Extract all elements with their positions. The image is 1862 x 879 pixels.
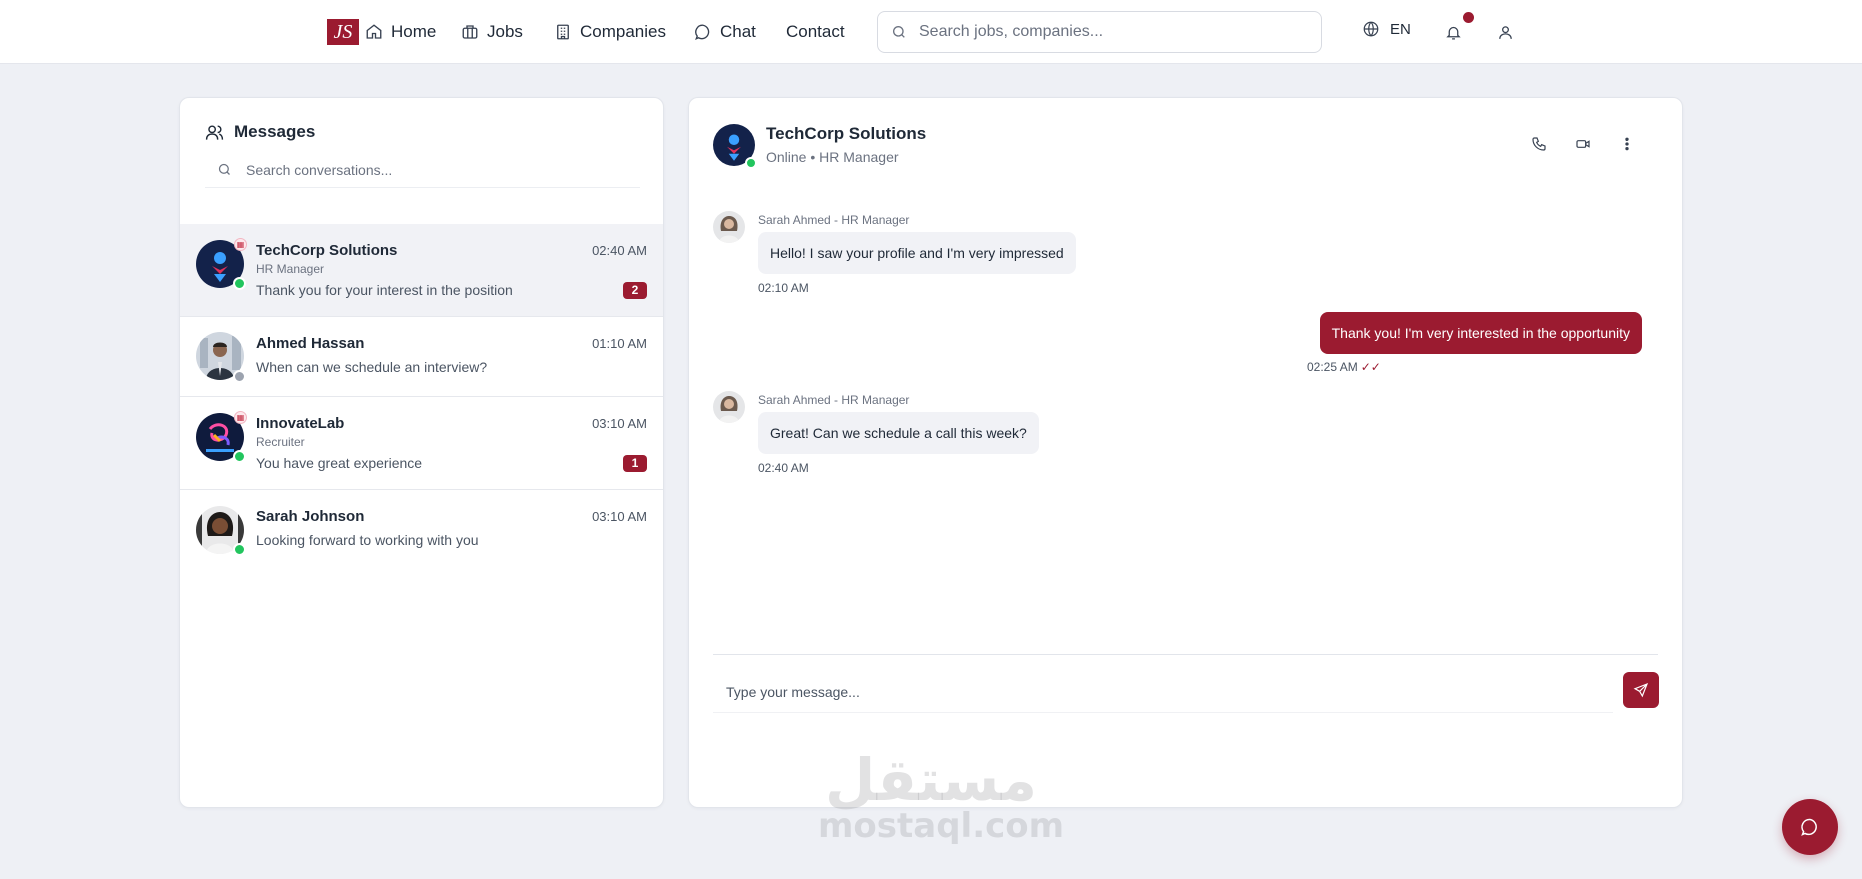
global-search-input[interactable] (919, 23, 1299, 41)
nav-home[interactable]: Home (365, 19, 436, 45)
message-sender: Sarah Ahmed - HR Manager (758, 213, 910, 227)
conversation-name: Ahmed Hassan (256, 335, 365, 352)
send-icon (1633, 682, 1649, 698)
conversation-item[interactable]: Ahmed Hassan 01:10 AM When can we schedu… (180, 317, 663, 397)
company-badge-icon: ▦ (234, 238, 247, 251)
call-button[interactable] (1525, 130, 1553, 158)
message-time: 02:40 AM (758, 461, 809, 475)
conversation-time: 01:10 AM (592, 336, 647, 351)
nav-chat-label: Chat (720, 22, 756, 41)
send-button[interactable] (1623, 672, 1659, 708)
nav-chat[interactable]: Chat (694, 19, 756, 45)
watermark: مستقل mostaql.com (818, 746, 1065, 846)
messages-title: Messages (234, 122, 316, 141)
message-sender: Sarah Ahmed - HR Manager (758, 393, 910, 407)
message-time: 02:10 AM (758, 281, 809, 295)
nav-contact-label: Contact (786, 22, 845, 41)
search-icon (218, 163, 230, 175)
sender-avatar (713, 211, 745, 243)
outgoing-message: Thank you! I'm very interested in the op… (1319, 312, 1642, 354)
language-label: EN (1390, 20, 1411, 38)
offline-status-indicator (233, 370, 246, 383)
sender-avatar (713, 391, 745, 423)
building-icon (557, 24, 569, 40)
notifications-button[interactable] (1439, 18, 1467, 46)
conversation-time: 03:10 AM (592, 509, 647, 524)
top-navbar: JS Home Jobs Companies Chat Contact EN (0, 0, 1862, 64)
unread-count-badge: 2 (623, 282, 647, 299)
nav-companies[interactable]: Companies (554, 19, 666, 45)
site-logo[interactable]: JS (327, 19, 359, 45)
search-icon (893, 26, 905, 38)
nav-home-label: Home (391, 22, 437, 41)
composer-divider (713, 654, 1658, 655)
user-menu-button[interactable] (1491, 18, 1519, 46)
conversation-name: InnovateLab (256, 415, 345, 432)
message-input[interactable] (713, 671, 1613, 713)
conversation-item[interactable]: ▦ InnovateLab 03:10 AM Recruiter You hav… (180, 397, 663, 490)
more-vertical-icon (1625, 137, 1629, 151)
chat-panel: TechCorp Solutions Online • HR Manager S… (688, 97, 1683, 808)
conversation-search-input[interactable] (246, 161, 626, 178)
online-status-indicator (233, 543, 246, 556)
nav-contact[interactable]: Contact (786, 19, 845, 45)
conversation-preview: When can we schedule an interview? (256, 359, 488, 375)
briefcase-icon (462, 25, 478, 39)
phone-icon (1532, 137, 1546, 151)
conversation-search (205, 152, 640, 188)
conversation-role: Recruiter (256, 435, 305, 449)
company-badge-icon: ▦ (234, 411, 247, 424)
home-icon (366, 24, 382, 39)
video-call-button[interactable] (1569, 130, 1597, 158)
conversation-name: TechCorp Solutions (256, 242, 398, 259)
notification-badge (1463, 12, 1474, 23)
video-icon (1576, 140, 1590, 148)
message-time-text: 02:25 AM (1307, 360, 1358, 374)
conversation-time: 02:40 AM (592, 243, 647, 258)
message-time: 02:25 AM ✓✓ (1307, 360, 1381, 374)
more-options-button[interactable] (1613, 130, 1641, 158)
user-icon (1498, 25, 1512, 39)
online-status-indicator (233, 277, 246, 290)
chat-icon (1801, 818, 1817, 836)
conversation-preview: You have great experience (256, 455, 423, 471)
online-status-indicator (745, 157, 757, 169)
language-switcher[interactable]: EN (1362, 20, 1411, 38)
global-search (877, 11, 1322, 53)
conversations-panel: Messages ▦ TechCorp Solutions 02:40 AM H… (179, 97, 664, 808)
conversation-time: 03:10 AM (592, 416, 647, 431)
bell-icon (1445, 26, 1461, 40)
chat-contact-name: TechCorp Solutions (766, 124, 927, 143)
watermark-arabic: مستقل (824, 746, 1038, 814)
nav-companies-label: Companies (580, 22, 666, 41)
watermark-latin: mostaql.com (818, 806, 1065, 846)
nav-jobs-label: Jobs (487, 22, 523, 41)
conversation-item[interactable]: ▦ TechCorp Solutions 02:40 AM HR Manager… (180, 224, 663, 317)
conversation-preview: Looking forward to working with you (256, 532, 479, 548)
conversation-list: ▦ TechCorp Solutions 02:40 AM HR Manager… (180, 224, 663, 570)
incoming-message: Great! Can we schedule a call this week? (758, 412, 1039, 454)
conversation-item[interactable]: Sarah Johnson 03:10 AM Looking forward t… (180, 490, 663, 570)
chat-icon (695, 24, 710, 40)
users-icon (205, 124, 224, 140)
globe-icon (1363, 21, 1379, 37)
floating-chat-button[interactable] (1782, 799, 1838, 855)
messages-header: Messages (205, 122, 315, 142)
incoming-message: Hello! I saw your profile and I'm very i… (758, 232, 1076, 274)
unread-count-badge: 1 (623, 455, 647, 472)
chat-contact-status: Online • HR Manager (766, 149, 899, 165)
online-status-indicator (233, 450, 246, 463)
nav-jobs[interactable]: Jobs (461, 19, 523, 45)
read-receipt-icon: ✓✓ (1360, 360, 1381, 374)
conversation-role: HR Manager (256, 262, 325, 276)
conversation-name: Sarah Johnson (256, 508, 365, 525)
conversation-preview: Thank you for your interest in the posit… (256, 282, 513, 298)
